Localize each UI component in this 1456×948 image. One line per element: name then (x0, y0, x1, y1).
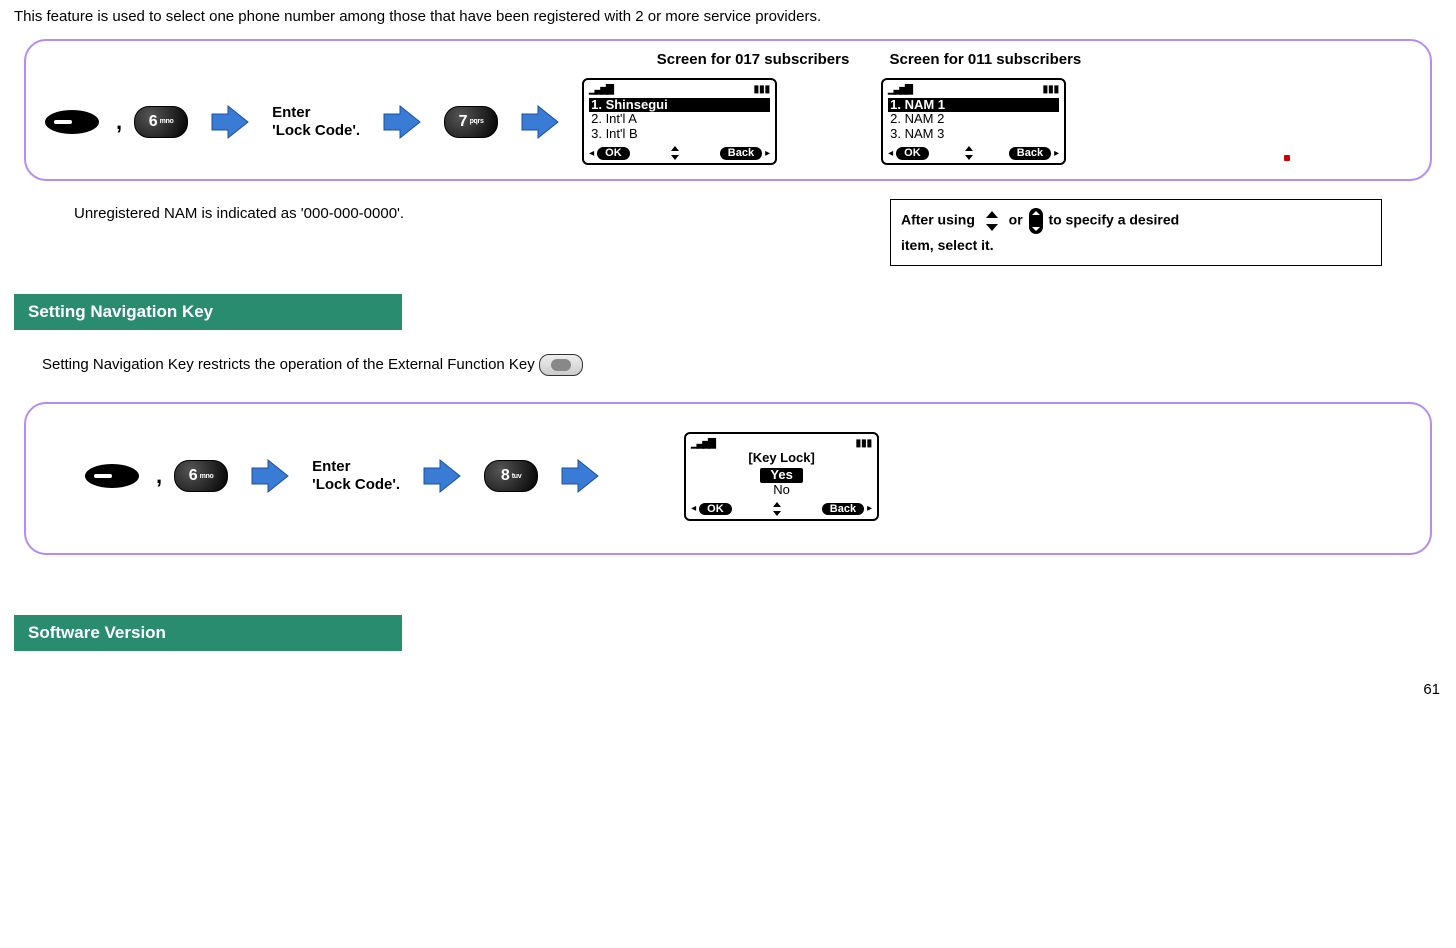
nav-updown-icon (981, 210, 1003, 232)
label-011: Screen for 011 subscribers (890, 51, 1082, 68)
option-yes: Yes (760, 468, 802, 483)
key-6: 6mno (174, 460, 228, 492)
phone-screen-keylock: ▁▃▅▇▮▮▮ [Key Lock] Yes No ◂OK Back▸ (684, 432, 879, 521)
list-item: 3. Int'l B (589, 127, 770, 142)
list-item: 2. Int'l A (589, 112, 770, 127)
phone-screen-011: ▁▃▅▇▮▮▮ 1. NAM 1 2. NAM 2 3. NAM 3 ◂OK B… (881, 78, 1066, 165)
rocker-icon (1029, 208, 1043, 234)
nav-key-description: Setting Navigation Key restricts the ope… (42, 354, 1442, 376)
comma: , (156, 463, 162, 489)
panel-nav-key: , 6mno Enter 'Lock Code'. 8tuv ▁▃▅▇▮▮▮ [… (24, 402, 1432, 555)
key-8: 8tuv (484, 460, 538, 492)
intro-text: This feature is used to select one phone… (14, 8, 1442, 25)
panel-nam-select: Screen for 017 subscribers Screen for 01… (24, 39, 1432, 181)
arrow-icon (520, 104, 560, 140)
screen-title: [Key Lock] (691, 451, 872, 466)
arrow-icon (422, 458, 462, 494)
option-no: No (773, 482, 790, 497)
list-item: 1. Shinsegui (589, 98, 770, 113)
section-heading-nav-key: Setting Navigation Key (14, 294, 402, 330)
section-heading-software-version: Software Version (14, 615, 402, 651)
arrow-icon (210, 104, 250, 140)
arrow-icon (560, 458, 600, 494)
power-key-icon (84, 462, 144, 490)
key-6: 6mno (134, 106, 188, 138)
note-unregistered-nam: Unregistered NAM is indicated as '000-00… (74, 205, 404, 222)
note-specify-item: After using or to specify a desired item… (890, 199, 1382, 265)
page-number: 61 (14, 681, 1442, 698)
list-item: 2. NAM 2 (888, 112, 1059, 127)
step-enter-lock-code: Enter 'Lock Code'. (312, 458, 400, 494)
key-7: 7pqrs (444, 106, 498, 138)
external-function-key-icon (539, 354, 583, 376)
list-item: 3. NAM 3 (888, 127, 1059, 142)
red-dot-icon (1284, 155, 1290, 161)
arrow-icon (382, 104, 422, 140)
comma: , (116, 109, 122, 135)
phone-screen-017: ▁▃▅▇▮▮▮ 1. Shinsegui 2. Int'l A 3. Int'l… (582, 78, 777, 165)
arrow-icon (250, 458, 290, 494)
label-017: Screen for 017 subscribers (657, 51, 850, 68)
list-item: 1. NAM 1 (888, 98, 1059, 113)
power-key-icon (44, 108, 104, 136)
step-enter-lock-code: Enter 'Lock Code'. (272, 104, 360, 140)
